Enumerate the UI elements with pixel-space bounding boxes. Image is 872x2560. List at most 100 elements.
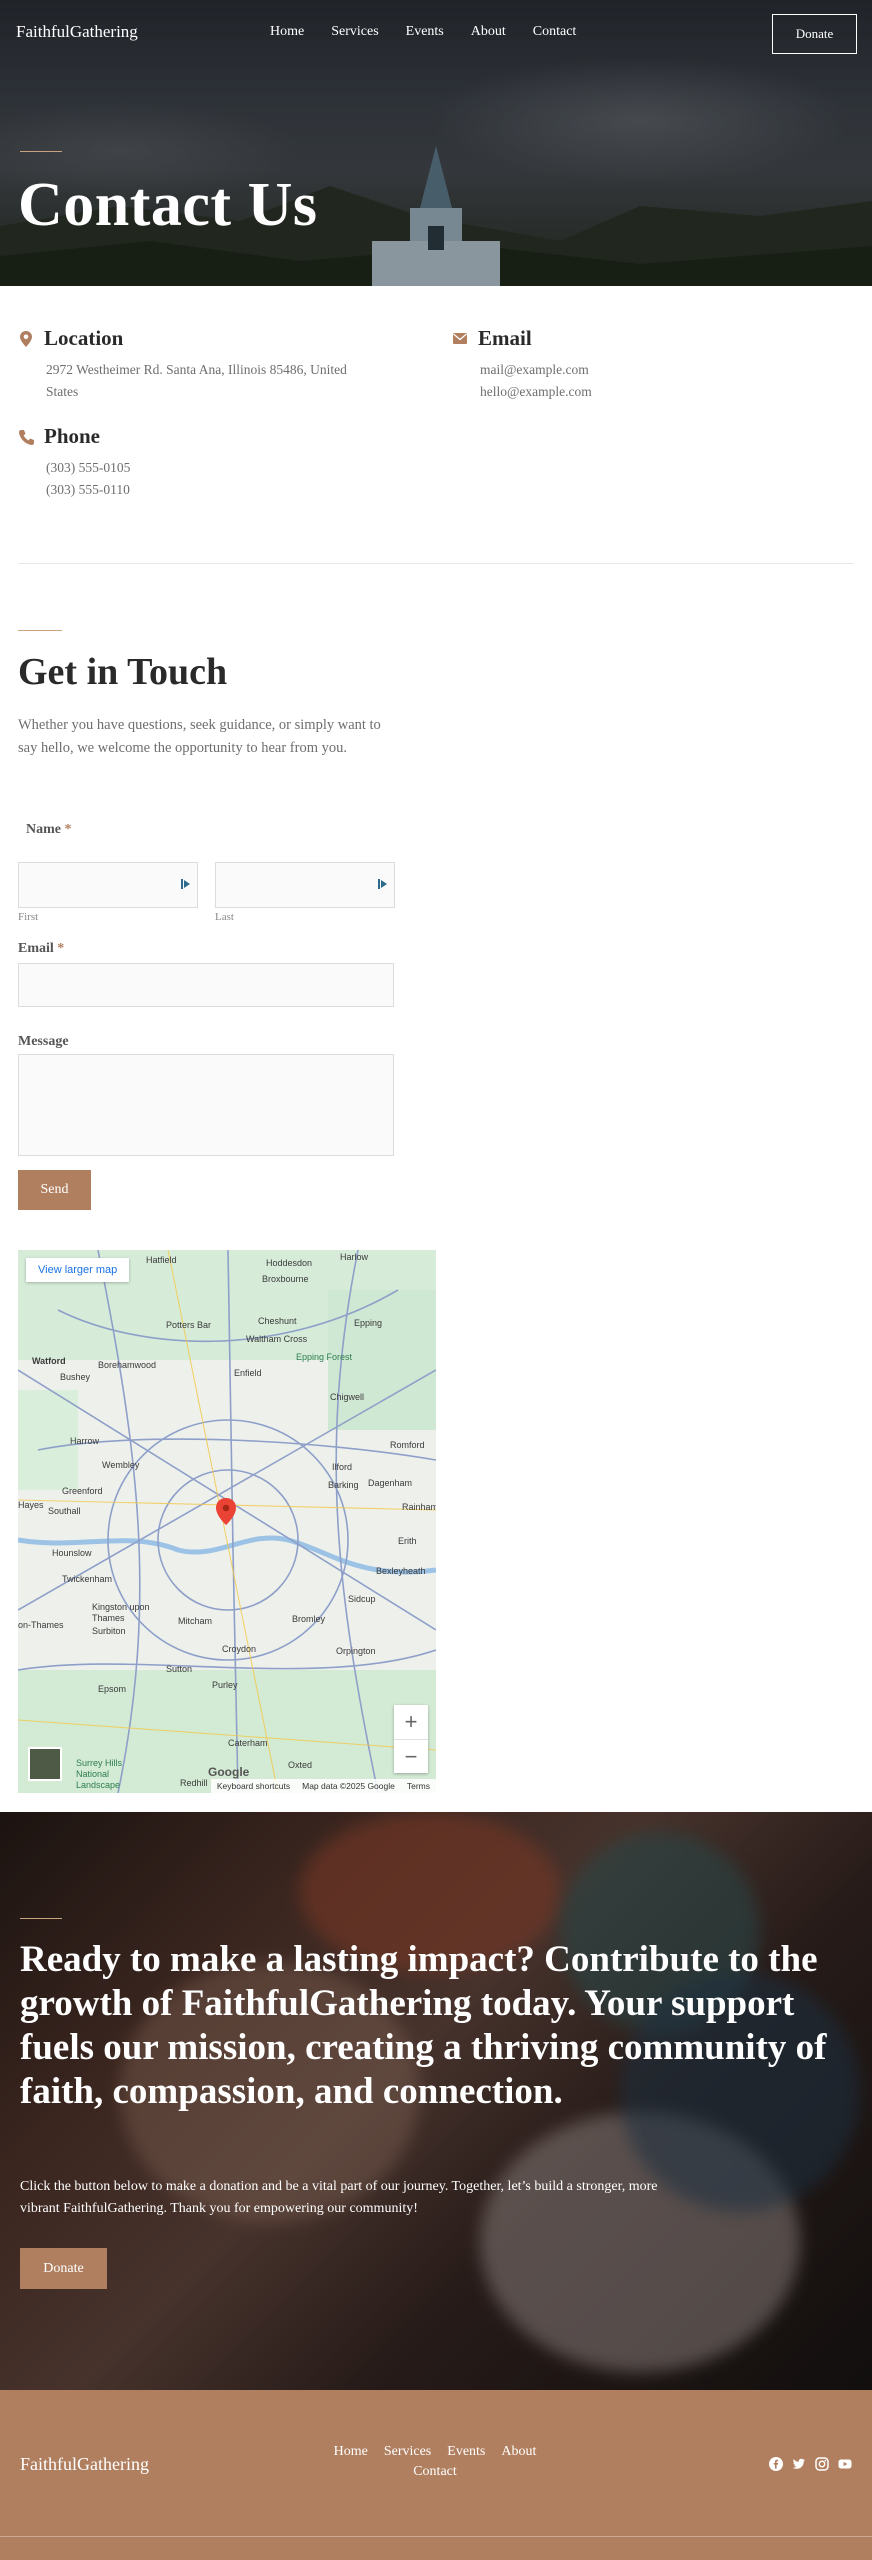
social-links [769, 2457, 852, 2471]
map-place-label: Broxbourne [262, 1274, 309, 1284]
map-place-label: on-Thames [18, 1620, 64, 1630]
first-name-input[interactable] [18, 862, 198, 908]
last-sublabel: Last [215, 911, 234, 923]
map-place-label: Rainham [402, 1502, 436, 1512]
main-nav: Home Services Events About Contact [270, 24, 576, 40]
view-larger-map-link[interactable]: View larger map [26, 1258, 130, 1282]
instagram-icon[interactable] [815, 2457, 829, 2471]
map-place-label: Bushey [60, 1372, 91, 1382]
required-mark: * [64, 822, 72, 837]
footer-link-contact[interactable]: Contact [413, 2464, 457, 2480]
password-manager-icon[interactable] [378, 877, 388, 891]
youtube-icon[interactable] [838, 2457, 852, 2471]
map-place-label: Greenford [62, 1486, 103, 1496]
map-place-label: Erith [398, 1536, 417, 1546]
hero-section: FaithfulGathering Home Services Events A… [0, 0, 872, 286]
footer-logo[interactable]: FaithfulGathering [20, 2454, 149, 2475]
send-button[interactable]: Send [18, 1170, 91, 1210]
message-textarea[interactable] [18, 1054, 394, 1156]
map-place-label: Oxted [288, 1760, 313, 1770]
footer-nav: Home Services Events About Contact [320, 2444, 550, 2480]
name-label: Name * [26, 822, 72, 837]
cta-description: Click the button below to make a donatio… [20, 2179, 658, 2216]
map-place-label: Cheshunt [258, 1316, 297, 1326]
footer-link-home[interactable]: Home [334, 2444, 368, 2460]
map-place-label: Romford [390, 1440, 425, 1450]
zoom-out-button[interactable]: − [394, 1739, 428, 1773]
nav-services[interactable]: Services [331, 24, 378, 40]
map-layer-toggle[interactable] [28, 1747, 62, 1781]
donation-cta-section: Ready to make a lasting impact? Contribu… [0, 1812, 872, 2390]
site-logo[interactable]: FaithfulGathering [16, 22, 138, 42]
map-data-credit: Map data ©2025 Google [302, 1781, 395, 1791]
phone-number[interactable]: (303) 555-0110 [46, 479, 418, 501]
zoom-in-button[interactable]: + [394, 1705, 428, 1739]
map-place-label: Mitcham [178, 1616, 213, 1626]
donate-button-cta[interactable]: Donate [20, 2248, 107, 2289]
twitter-icon[interactable] [792, 2457, 806, 2471]
map-place-label: Bexleyheath [376, 1566, 426, 1576]
nav-home[interactable]: Home [270, 24, 304, 40]
page-title: Contact Us [18, 171, 318, 239]
map-place-label: Southall [48, 1506, 81, 1516]
nav-contact[interactable]: Contact [533, 24, 577, 40]
footer-link-services[interactable]: Services [384, 2444, 431, 2460]
footer-link-events[interactable]: Events [447, 2444, 485, 2460]
map-place-label: Harrow [70, 1436, 100, 1446]
map-place-label: Wembley [102, 1460, 140, 1470]
location-title: Location [44, 326, 124, 350]
last-name-input[interactable] [215, 862, 395, 908]
phone-icon [19, 429, 34, 445]
map-place-label: Watford [32, 1356, 66, 1366]
map-place-label: Epping [354, 1318, 383, 1328]
touch-accent-line [18, 630, 62, 631]
map-place-label: Kingston upon Thames [92, 1602, 150, 1623]
map-tiles[interactable] [18, 1250, 436, 1793]
envelope-icon [453, 332, 467, 344]
keyboard-shortcuts-link[interactable]: Keyboard shortcuts [217, 1781, 290, 1791]
map-place-label: Epping Forest [296, 1352, 353, 1362]
nav-events[interactable]: Events [406, 24, 444, 40]
map-place-label: Croydon [222, 1644, 257, 1654]
location-line: States [46, 384, 79, 399]
cta-accent-line [20, 1918, 62, 1919]
google-logo: Google [208, 1765, 250, 1779]
facebook-icon[interactable] [769, 2457, 783, 2471]
map-place-label: Borehamwood [98, 1360, 157, 1370]
email-address[interactable]: hello@example.com [480, 381, 812, 403]
message-label: Message [18, 1034, 69, 1049]
map-place-label: Twickenham [62, 1574, 113, 1584]
hero-accent-line [20, 151, 62, 152]
footer-link-about[interactable]: About [501, 2444, 536, 2460]
email-address[interactable]: mail@example.com [480, 359, 812, 381]
map-place-label: Orpington [336, 1646, 376, 1656]
phone-number[interactable]: (303) 555-0105 [46, 457, 418, 479]
email-label: Email * [18, 941, 65, 956]
map-place-label: Hatfield [146, 1255, 177, 1265]
terms-link[interactable]: Terms [407, 1781, 430, 1791]
map-place-label: Hounslow [52, 1548, 92, 1558]
embedded-map[interactable]: Hatfield Hoddesdon Harlow Broxbourne Pot… [18, 1250, 436, 1793]
map-attribution-bar: Keyboard shortcuts Map data ©2025 Google… [210, 1779, 436, 1793]
map-place-label: Hayes [18, 1500, 44, 1510]
nav-about[interactable]: About [471, 24, 506, 40]
password-manager-icon[interactable] [181, 877, 191, 891]
touch-title: Get in Touch [18, 651, 228, 693]
map-place-label: Epsom [98, 1684, 127, 1694]
footer-divider [0, 2536, 872, 2537]
map-zoom-controls: + − [394, 1705, 428, 1773]
email-input[interactable] [18, 963, 394, 1007]
map-place-label: Hoddesdon [266, 1258, 313, 1268]
donate-button-header[interactable]: Donate [772, 14, 857, 54]
email-block: Email mail@example.com hello@example.com [452, 326, 812, 403]
map-place-label: Sutton [166, 1664, 193, 1674]
map-place-label: Surbiton [92, 1626, 126, 1636]
map-place-label: Bromley [292, 1614, 326, 1624]
section-divider [18, 563, 854, 564]
map-place-label: Potters Bar [166, 1320, 212, 1330]
map-place-label: Enfield [234, 1368, 262, 1378]
phone-block: Phone (303) 555-0105 (303) 555-0110 [18, 424, 418, 501]
location-block: Location 2972 Westheimer Rd. Santa Ana, … [18, 326, 418, 403]
map-place-label: Purley [212, 1680, 238, 1690]
required-mark: * [57, 941, 65, 956]
